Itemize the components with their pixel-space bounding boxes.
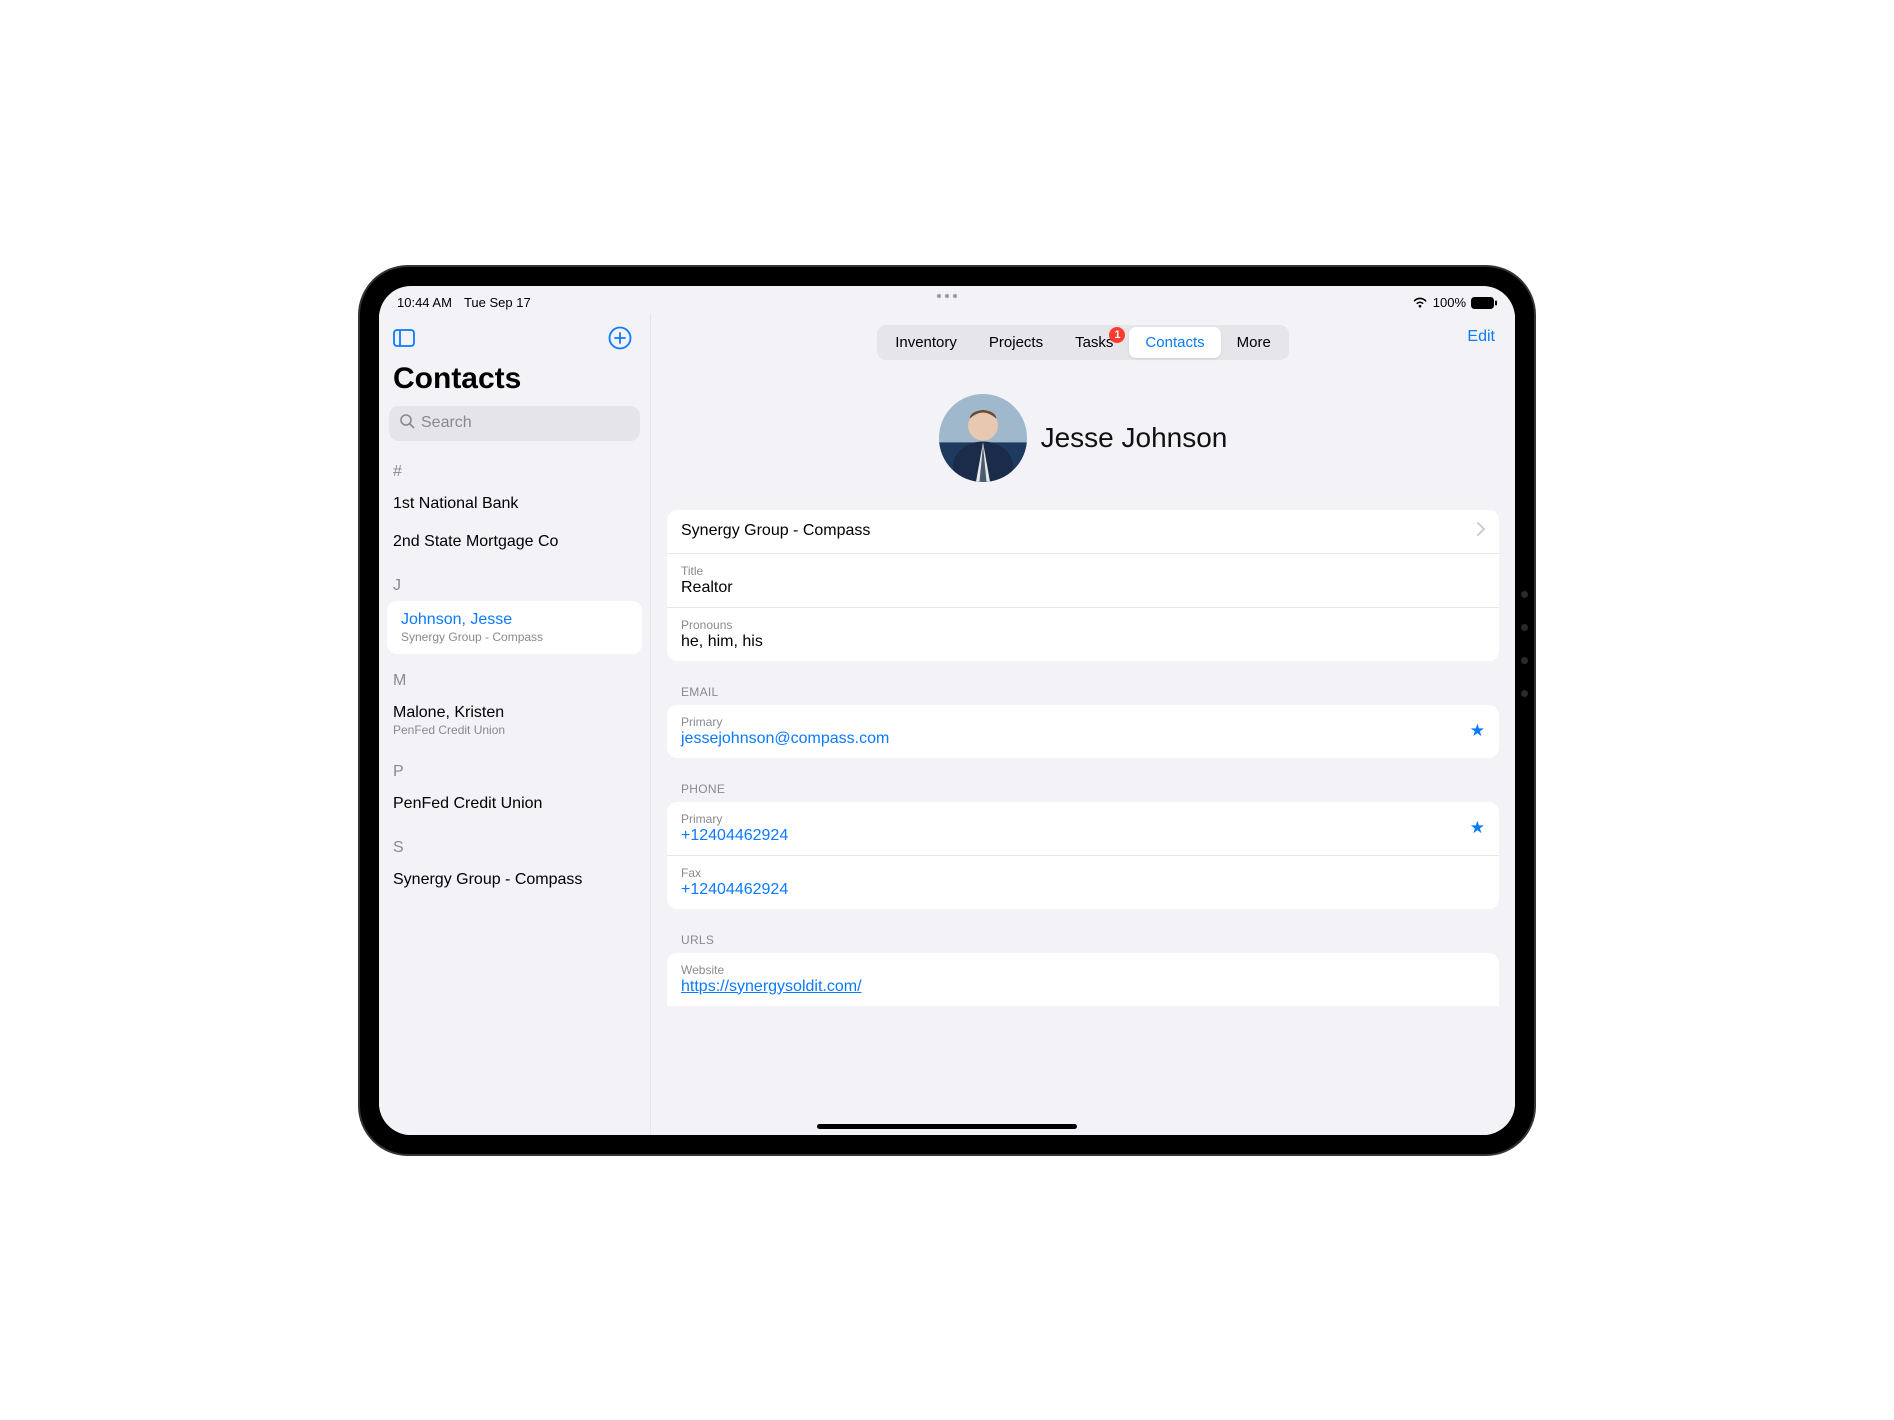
section-header: J (379, 561, 650, 599)
url-value: https://synergysoldit.com/ (681, 978, 1485, 996)
email-value: jessejohnson@compass.com (681, 730, 1485, 748)
contact-name: 1st National Bank (393, 495, 636, 513)
sidebar: Contacts # 1st National Bank 2nd State M… (379, 314, 651, 1135)
phone-value: +12404462924 (681, 827, 1485, 845)
contact-name: Johnson, Jesse (401, 611, 628, 629)
section-header-urls: URLS (651, 919, 1515, 953)
tab-projects[interactable]: Projects (973, 327, 1059, 358)
field-label: Primary (681, 812, 1485, 826)
field-label: Fax (681, 866, 1485, 880)
contact-row[interactable]: 1st National Bank (379, 485, 650, 523)
phone-row[interactable]: Primary +12404462924 ★ (667, 802, 1499, 855)
battery-percent: 100% (1433, 295, 1466, 310)
contact-sub: Synergy Group - Compass (401, 630, 628, 644)
company-name: Synergy Group - Compass (681, 522, 870, 540)
star-icon[interactable]: ★ (1470, 818, 1485, 838)
add-contact-button[interactable] (608, 326, 632, 350)
battery-icon (1471, 297, 1497, 309)
contact-name: Malone, Kristen (393, 704, 636, 722)
search-field[interactable] (389, 406, 640, 441)
field-label: Website (681, 963, 1485, 977)
title-row: Title Realtor (667, 553, 1499, 607)
company-row[interactable]: Synergy Group - Compass (667, 510, 1499, 553)
tab-more[interactable]: More (1221, 327, 1287, 358)
section-header: S (379, 823, 650, 861)
field-label: Primary (681, 715, 1485, 729)
avatar (939, 394, 1027, 482)
phone-row[interactable]: Fax +12404462924 (667, 855, 1499, 909)
section-header: P (379, 747, 650, 785)
tab-contacts[interactable]: Contacts (1129, 327, 1220, 358)
tab-inventory[interactable]: Inventory (879, 327, 973, 358)
tab-tasks[interactable]: Tasks1 (1059, 327, 1129, 358)
star-icon[interactable]: ★ (1470, 721, 1485, 741)
multitask-handle-icon[interactable] (937, 294, 957, 298)
badge-count: 1 (1109, 327, 1125, 343)
detail-pane: Inventory Projects Tasks1 Contacts More … (651, 314, 1515, 1135)
contact-row[interactable]: Synergy Group - Compass (379, 861, 650, 899)
section-header: # (379, 447, 650, 485)
search-input[interactable] (421, 414, 630, 432)
phone-value: +12404462924 (681, 881, 1485, 899)
url-row[interactable]: Website https://synergysoldit.com/ (667, 953, 1499, 1006)
contact-name: Synergy Group - Compass (393, 871, 636, 889)
contact-row[interactable]: 2nd State Mortgage Co (379, 523, 650, 561)
ipad-frame: 10:44 AM Tue Sep 17 100% (360, 267, 1534, 1154)
sidebar-title: Contacts (379, 356, 650, 406)
field-value: Realtor (681, 579, 1485, 597)
contact-row[interactable]: Malone, Kristen PenFed Credit Union (379, 694, 650, 747)
field-value: he, him, his (681, 633, 1485, 651)
status-time: 10:44 AM (397, 295, 452, 310)
field-label: Pronouns (681, 618, 1485, 632)
contact-name: PenFed Credit Union (393, 795, 636, 813)
contact-fullname: Jesse Johnson (1041, 422, 1228, 454)
search-icon (399, 413, 415, 434)
pronouns-row: Pronouns he, him, his (667, 607, 1499, 661)
section-header-phone: PHONE (651, 768, 1515, 802)
contact-row-selected[interactable]: Johnson, Jesse Synergy Group - Compass (387, 601, 642, 654)
contact-name: 2nd State Mortgage Co (393, 533, 636, 551)
email-row[interactable]: Primary jessejohnson@compass.com ★ (667, 705, 1499, 758)
segmented-control: Inventory Projects Tasks1 Contacts More (877, 325, 1289, 360)
field-label: Title (681, 564, 1485, 578)
section-header: M (379, 656, 650, 694)
edit-button[interactable]: Edit (1467, 328, 1495, 346)
contact-row[interactable]: PenFed Credit Union (379, 785, 650, 823)
ipad-side-buttons (1521, 591, 1528, 697)
chevron-right-icon (1477, 522, 1485, 541)
home-indicator[interactable] (817, 1124, 1077, 1129)
status-date: Tue Sep 17 (464, 295, 531, 310)
wifi-icon (1412, 297, 1428, 309)
contact-sub: PenFed Credit Union (393, 723, 636, 737)
section-header-email: EMAIL (651, 671, 1515, 705)
sidebar-toggle-icon[interactable] (393, 329, 415, 347)
